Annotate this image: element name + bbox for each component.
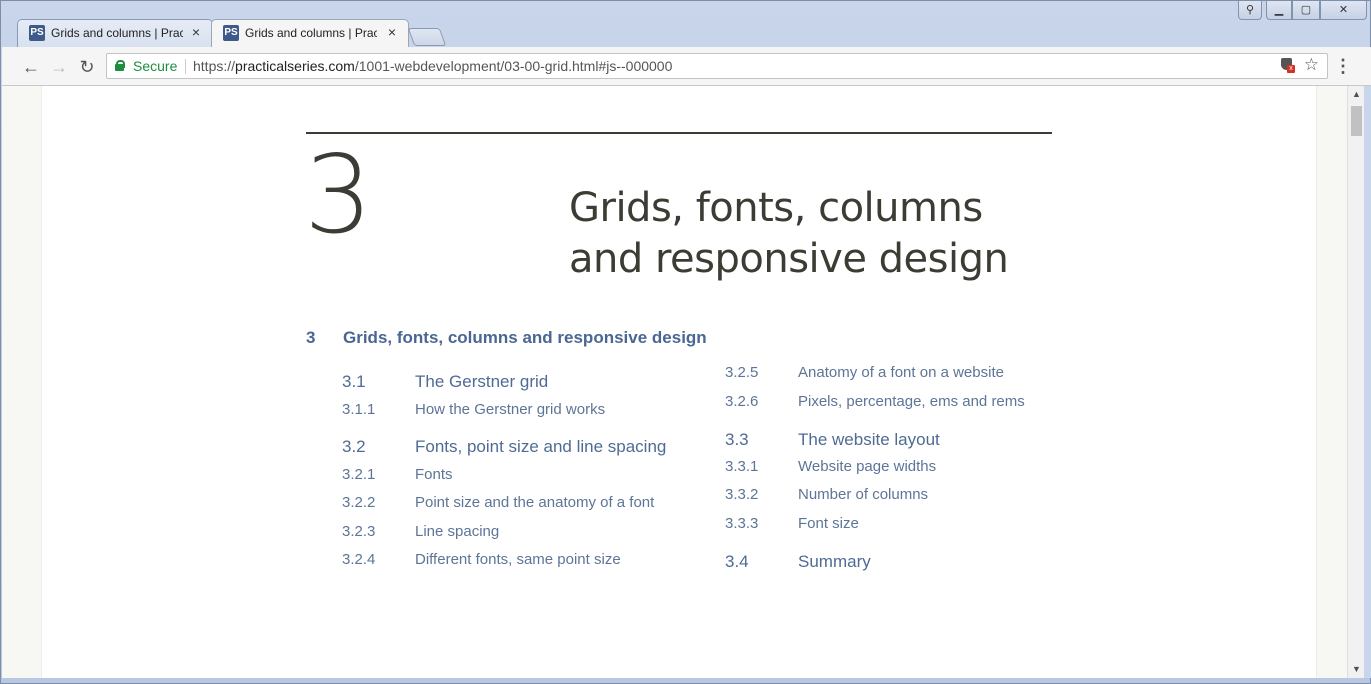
toc-label: Anatomy of a font on a website: [798, 364, 1004, 381]
chapter-title: Grids, fonts, columns and responsive des…: [569, 184, 1009, 282]
browser-menu-icon[interactable]: ⋮: [1333, 55, 1353, 79]
toc-number: 3.2.2: [342, 494, 376, 511]
toc-label: Pixels, percentage, ems and rems: [798, 393, 1025, 410]
url-scheme: https://: [193, 58, 236, 74]
tab-close-icon[interactable]: ×: [188, 24, 204, 40]
address-bar[interactable]: Secure https://practicalseries.com/1001-…: [106, 53, 1328, 79]
toc-label: Different fonts, same point size: [415, 551, 621, 568]
page-body: 3 Grids, fonts, columns and responsive d…: [41, 86, 1317, 678]
reload-icon[interactable]: ↻: [75, 55, 99, 79]
toc-number: 3.1: [342, 372, 366, 391]
browser-window: PS Grids and columns | Practical Series …: [0, 0, 1371, 684]
tab-grids-columns-1[interactable]: PS Grids and columns | Practical Series …: [17, 19, 213, 47]
tab-close-icon[interactable]: ×: [384, 24, 400, 40]
window-border: [1364, 86, 1371, 678]
toc-label: How the Gerstner grid works: [415, 401, 606, 418]
url-path: /1001-webdevelopment/03-00-grid.html#js-…: [354, 58, 673, 74]
back-arrow-icon[interactable]: ←: [19, 55, 43, 79]
toc-number: 3.3.2: [725, 486, 759, 503]
scroll-down-arrow-icon[interactable]: ▼: [1348, 661, 1365, 678]
close-window-button[interactable]: ✕: [1320, 1, 1367, 20]
chapter-rule: [306, 132, 1052, 134]
tab-title: Grids and columns | Practical Series: [51, 26, 183, 40]
tab-strip: PS Grids and columns | Practical Series …: [1, 1, 1371, 47]
toc-label: Grids, fonts, columns and responsive des…: [343, 328, 707, 347]
toc-label: Website page widths: [798, 458, 937, 475]
minimize-button[interactable]: ▁: [1266, 1, 1292, 20]
toc-number: 3.3: [725, 430, 749, 449]
scrollbar-thumb[interactable]: [1351, 106, 1362, 136]
toc-number: 3.2.6: [725, 393, 759, 410]
new-tab-button[interactable]: [407, 28, 447, 46]
vertical-scrollbar[interactable]: ▲ ▼: [1347, 86, 1365, 678]
toc-number: 3.3.3: [725, 515, 759, 532]
toc-label: Point size and the anatomy of a font: [415, 494, 655, 511]
bookmark-star-icon[interactable]: ☆: [1304, 55, 1319, 75]
ps-favicon-icon: PS: [29, 25, 45, 41]
toc-label: Fonts, point size and line spacing: [415, 437, 667, 456]
tab-title: Grids and columns | Practical Series: [245, 26, 377, 40]
toc-label: Number of columns: [798, 486, 929, 503]
toc-number: 3.2.4: [342, 551, 376, 568]
divider: [185, 59, 186, 74]
toc-number: 3: [306, 328, 316, 347]
maximize-button[interactable]: ▢: [1292, 1, 1320, 20]
scroll-up-arrow-icon[interactable]: ▲: [1348, 86, 1365, 103]
toc-number: 3.2.3: [342, 523, 376, 540]
toc-label: The Gerstner grid: [415, 372, 549, 391]
url-host: practicalseries.com: [235, 58, 355, 74]
tab-grids-columns-2-active[interactable]: PS Grids and columns | Practical Series …: [211, 19, 409, 47]
page-viewport: 3 Grids, fonts, columns and responsive d…: [2, 86, 1347, 678]
toc-label: The website layout: [798, 430, 940, 449]
toc-label: Fonts: [415, 466, 453, 483]
url-text[interactable]: https://practicalseries.com/1001-webdeve…: [193, 58, 672, 74]
toc-number: 3.1.1: [342, 401, 376, 418]
lock-icon[interactable]: [115, 60, 125, 71]
ps-favicon-icon: PS: [223, 25, 239, 41]
forward-arrow-icon[interactable]: →: [47, 55, 71, 79]
toc-number: 3.2.1: [342, 466, 376, 483]
toc-label: Summary: [798, 552, 871, 571]
secure-label[interactable]: Secure: [133, 58, 177, 74]
user-profile-icon[interactable]: ⚲: [1238, 1, 1262, 20]
toc-number: 3.3.1: [725, 458, 759, 475]
blocked-content-shield-icon[interactable]: x: [1281, 58, 1295, 73]
toc-label: Line spacing: [415, 523, 500, 540]
toc-number: 3.2.5: [725, 364, 759, 381]
toc-number: 3.2: [342, 437, 366, 456]
browser-toolbar: ← → ↻ Secure https://practicalseries.com…: [2, 47, 1371, 86]
toc-number: 3.4: [725, 552, 749, 571]
chapter-number: 3: [304, 133, 373, 258]
toc-label: Font size: [798, 515, 859, 532]
